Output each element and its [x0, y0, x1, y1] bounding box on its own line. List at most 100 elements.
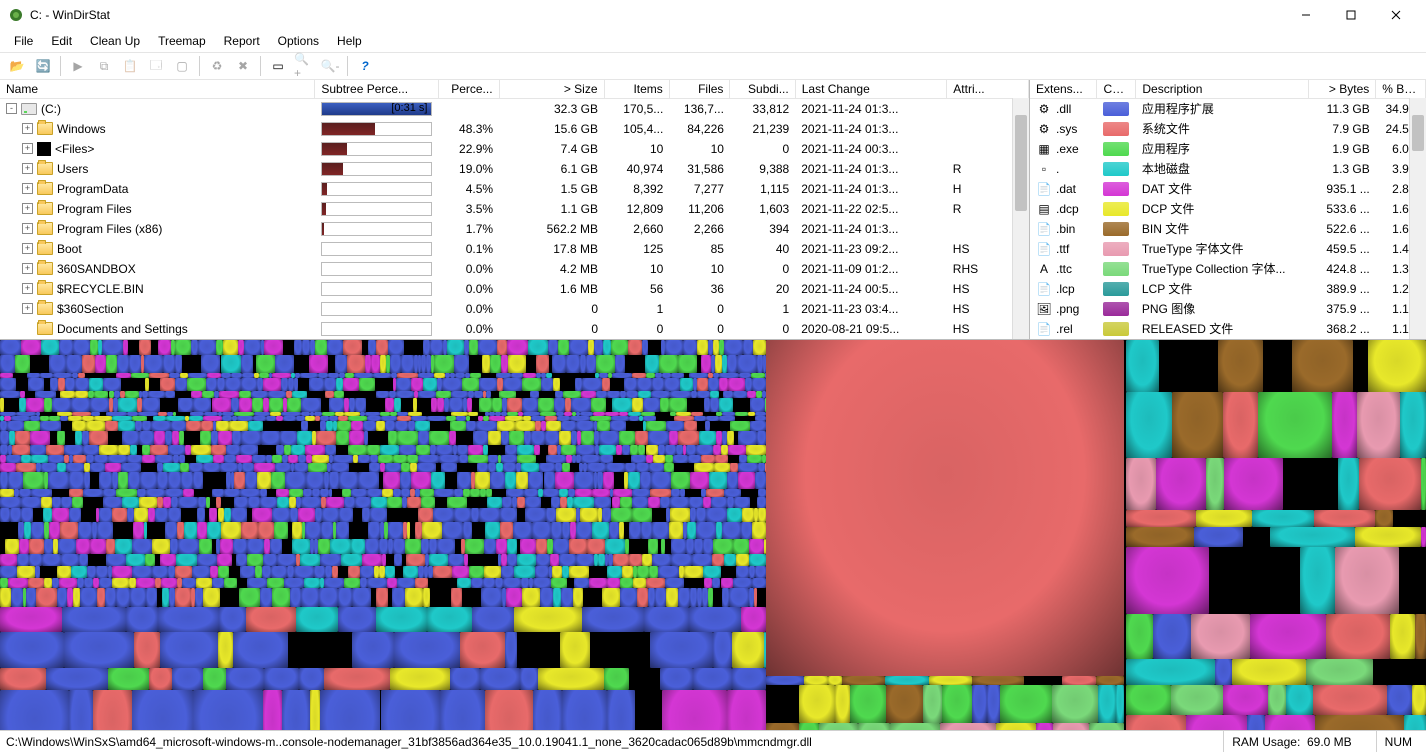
- treemap-block[interactable]: [140, 472, 157, 489]
- dir-row[interactable]: +Users19.0%6.1 GB40,97431,5869,3882021-1…: [0, 159, 1029, 179]
- treemap-block[interactable]: [358, 455, 370, 463]
- treemap-block[interactable]: [535, 421, 541, 431]
- treemap-block[interactable]: [320, 489, 329, 498]
- treemap-block[interactable]: [302, 340, 310, 355]
- treemap-block[interactable]: [454, 489, 464, 498]
- treemap-block[interactable]: [1156, 458, 1206, 510]
- treemap-block[interactable]: [1171, 685, 1223, 715]
- treemap-block[interactable]: [26, 398, 44, 411]
- treemap-block[interactable]: [479, 398, 493, 411]
- treemap-block[interactable]: [218, 431, 232, 445]
- treemap-block[interactable]: [664, 463, 674, 472]
- treemap-block[interactable]: [415, 522, 423, 540]
- treemap-block[interactable]: [491, 391, 499, 398]
- treemap-block[interactable]: [352, 632, 394, 668]
- treemap-block[interactable]: [260, 497, 276, 508]
- treemap-block[interactable]: [339, 508, 352, 521]
- treemap-block[interactable]: [349, 522, 368, 540]
- treemap-block[interactable]: [750, 497, 757, 508]
- treemap-block[interactable]: [84, 472, 90, 489]
- treemap-block[interactable]: [1286, 685, 1313, 715]
- treemap-block[interactable]: [291, 445, 305, 455]
- treemap-block[interactable]: [721, 578, 733, 588]
- treemap-block[interactable]: [337, 421, 350, 431]
- treemap-block[interactable]: [722, 588, 730, 607]
- treemap-block[interactable]: [289, 497, 296, 508]
- treemap-block[interactable]: [402, 497, 406, 508]
- treemap-block[interactable]: [396, 378, 411, 391]
- treemap-block[interactable]: [344, 497, 355, 508]
- treemap-block[interactable]: [505, 445, 517, 455]
- treemap-block[interactable]: [376, 391, 389, 398]
- treemap-block[interactable]: [449, 431, 456, 445]
- treemap-block[interactable]: [59, 578, 78, 588]
- dir-row[interactable]: +Program Files (x86)1.7%562.2 MB2,6602,2…: [0, 219, 1029, 239]
- treemap-block[interactable]: [41, 340, 59, 355]
- treemap-block[interactable]: [157, 472, 168, 489]
- treemap-block[interactable]: [257, 378, 263, 391]
- treemap-block[interactable]: [503, 378, 522, 391]
- treemap-block[interactable]: [112, 578, 129, 588]
- treemap-block[interactable]: [1353, 340, 1368, 392]
- treemap-block[interactable]: [201, 355, 220, 372]
- treemap-block[interactable]: [142, 398, 160, 411]
- treemap-block[interactable]: [25, 391, 35, 398]
- treemap-block[interactable]: [134, 508, 148, 521]
- treemap-block[interactable]: [44, 578, 52, 588]
- treemap-block[interactable]: [576, 522, 592, 540]
- treemap-block[interactable]: [687, 522, 696, 540]
- ext-col-bytes[interactable]: > Bytes: [1309, 80, 1376, 99]
- treemap-block[interactable]: [496, 463, 503, 472]
- treemap-block[interactable]: [217, 378, 225, 391]
- treemap-block[interactable]: [8, 578, 27, 588]
- ext-row[interactable]: 🖼.pngPNG 图像375.9 ...1.1%: [1030, 299, 1426, 319]
- treemap-block[interactable]: [108, 431, 123, 445]
- treemap-block[interactable]: [607, 578, 620, 588]
- treemap-block[interactable]: [497, 421, 515, 431]
- treemap-block[interactable]: [528, 340, 548, 355]
- treemap-block[interactable]: [301, 421, 308, 431]
- treemap-block[interactable]: [418, 508, 433, 521]
- treemap-block[interactable]: [417, 463, 436, 472]
- treemap-block[interactable]: [262, 566, 271, 578]
- treemap-block[interactable]: [704, 578, 713, 588]
- treemap-block[interactable]: [202, 391, 214, 398]
- treemap-block[interactable]: [162, 588, 169, 607]
- treemap-block[interactable]: [192, 566, 209, 578]
- treemap-block[interactable]: [94, 391, 108, 398]
- treemap-block[interactable]: [21, 340, 42, 355]
- treemap-block[interactable]: [30, 445, 46, 455]
- treemap-block[interactable]: [385, 421, 395, 431]
- treemap-block[interactable]: [386, 554, 394, 566]
- treemap-block[interactable]: [390, 355, 401, 372]
- treemap-block[interactable]: [263, 554, 277, 566]
- treemap-block[interactable]: [528, 472, 544, 489]
- treemap-block[interactable]: [351, 539, 365, 553]
- treemap-block[interactable]: [1387, 685, 1412, 715]
- treemap-block[interactable]: [371, 497, 387, 508]
- treemap-block[interactable]: [596, 355, 615, 372]
- treemap-block[interactable]: [764, 632, 766, 668]
- treemap-block[interactable]: [26, 588, 36, 607]
- treemap-block[interactable]: [603, 472, 614, 489]
- treemap-block[interactable]: [687, 398, 703, 411]
- treemap-block[interactable]: [468, 455, 488, 463]
- treemap-block[interactable]: [269, 398, 283, 411]
- treemap-block[interactable]: [201, 421, 213, 431]
- dir-col-size[interactable]: > Size: [499, 80, 604, 99]
- treemap-block[interactable]: [858, 723, 890, 730]
- treemap-block[interactable]: [710, 421, 730, 431]
- treemap-block[interactable]: [517, 632, 560, 668]
- treemap-block[interactable]: [442, 522, 463, 540]
- treemap-block[interactable]: [567, 578, 574, 588]
- treemap-block[interactable]: [1215, 659, 1232, 686]
- treemap-block[interactable]: [742, 508, 754, 521]
- treemap-block[interactable]: [219, 607, 246, 632]
- menu-report[interactable]: Report: [216, 32, 268, 50]
- treemap-block[interactable]: [987, 685, 1000, 723]
- treemap-block[interactable]: [450, 668, 480, 690]
- treemap-block[interactable]: [686, 539, 693, 553]
- treemap-block[interactable]: [368, 340, 376, 355]
- treemap-block[interactable]: [492, 398, 501, 411]
- treemap-block[interactable]: [142, 421, 151, 431]
